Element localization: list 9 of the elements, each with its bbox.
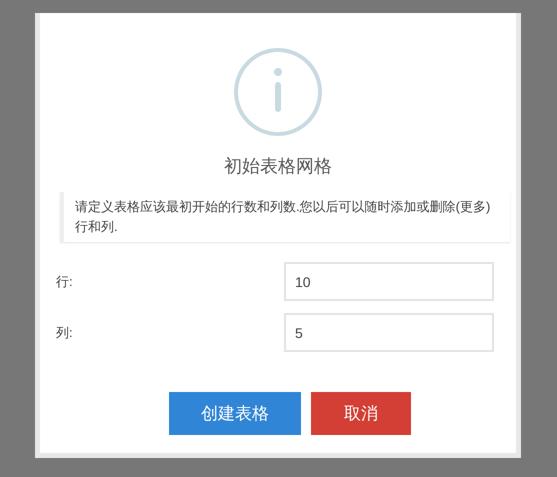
dialog-title: 初始表格网格 <box>224 155 332 178</box>
field-label: 行: <box>56 272 73 291</box>
field-label: 列: <box>56 324 73 342</box>
input-field[interactable]: 10 <box>284 262 494 301</box>
cancel-button[interactable]: 取消 <box>311 392 411 435</box>
note-text: 请定义表格应该最初开始的行数和列数.您以后可以随时添加或删除(更多)行和列. <box>60 192 510 242</box>
create-button[interactable]: 创建表格 <box>169 392 301 435</box>
info-icon <box>234 48 322 136</box>
input-field[interactable]: 5 <box>284 313 494 352</box>
